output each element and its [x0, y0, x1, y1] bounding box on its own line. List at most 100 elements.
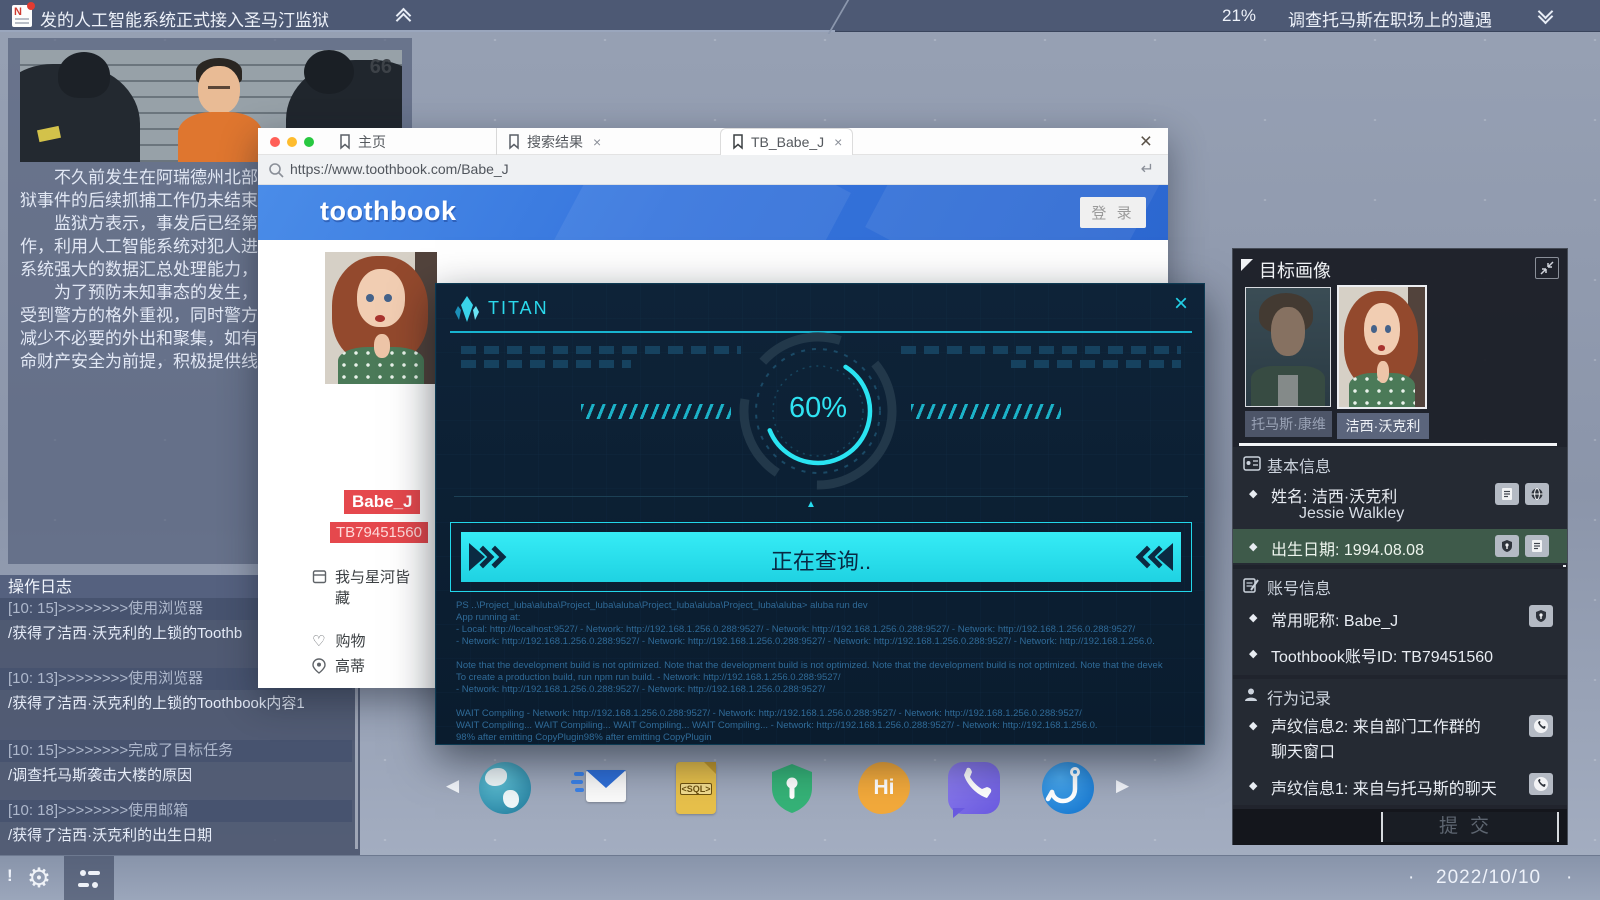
voice-clue-button[interactable] — [1529, 715, 1553, 737]
profile-menu-collect[interactable]: 我与星河皆 藏 — [312, 566, 422, 608]
mission-progress: 21% — [1222, 6, 1256, 26]
panel-collapse-button[interactable] — [1535, 257, 1559, 279]
target-portrait-panel: 目标画像 托马斯·康维 洁西·沃克利 基 — [1232, 248, 1568, 845]
news-icon[interactable]: N — [12, 5, 32, 27]
expand-objective-icon[interactable] — [1540, 6, 1551, 15]
doc-clue-button[interactable] — [1525, 535, 1549, 557]
target-panel-title: 目标画像 — [1259, 257, 1331, 283]
log-entry-detail: /获得了洁西·沃克利的上锁的Toothbook内容1 — [0, 692, 352, 716]
log-entry-header: [10: 15]>>>>>>>>完成了目标任务 — [0, 740, 352, 762]
shield-clue-button[interactable] — [1495, 535, 1519, 557]
bullet-icon: ◆ — [1249, 779, 1257, 792]
phone-chat-app-icon[interactable] — [948, 762, 1000, 814]
bookmark-icon — [731, 134, 745, 150]
browser-app-icon[interactable] — [479, 762, 531, 814]
globe-clue-button[interactable] — [1525, 483, 1549, 505]
bookmark-icon — [338, 134, 352, 150]
titan-close-button[interactable]: × — [1174, 290, 1188, 318]
dock-prev-arrow[interactable]: ◀ — [446, 776, 459, 796]
toothbook-logo[interactable]: toothbook — [320, 196, 456, 227]
topbar-divider — [828, 0, 851, 34]
profile-menu-shopping[interactable]: ♡购物 — [312, 630, 365, 651]
doc-clue-button[interactable] — [1495, 483, 1519, 505]
tab-close-icon[interactable]: × — [593, 134, 601, 150]
date-dot: · — [1408, 867, 1414, 889]
bullet-icon: ◆ — [1249, 487, 1257, 500]
tab-search-results[interactable]: 搜索结果 × — [496, 128, 611, 155]
phone-icon — [1533, 776, 1549, 792]
toothbook-header: toothbook 登 录 — [258, 185, 1168, 240]
collect-icon — [312, 569, 327, 584]
portrait-thomas[interactable] — [1245, 287, 1331, 407]
profile-menu-location[interactable]: 高蒂 — [312, 655, 365, 676]
settings-button[interactable]: ⚙ — [16, 856, 62, 900]
console-output: PS ..\Project_luba\aluba\Project_luba\al… — [456, 600, 1188, 744]
url-field[interactable]: https://www.toothbook.com/Babe_J — [290, 161, 509, 177]
portrait-name-thomas[interactable]: 托马斯·康维 — [1245, 411, 1332, 437]
news-ticker[interactable]: 发的人工智能系统正式接入圣马汀监狱 — [40, 6, 329, 31]
login-button[interactable]: 登 录 — [1080, 197, 1146, 228]
collapse-news-icon[interactable] — [398, 10, 409, 19]
hi-chat-app-icon[interactable]: Hi — [858, 762, 910, 814]
window-control-maximize[interactable] — [304, 137, 314, 147]
window-control-close[interactable] — [270, 137, 280, 147]
shield-icon — [1501, 539, 1513, 553]
browser-urlbar: https://www.toothbook.com/Babe_J ↵ — [258, 155, 1168, 185]
phone-handset-icon — [948, 762, 1000, 814]
shield-clue-button[interactable] — [1529, 605, 1553, 627]
tab-close-icon[interactable]: × — [834, 134, 842, 150]
deco-hatch — [911, 404, 1061, 419]
prisoner-figure — [198, 66, 240, 114]
query-status-text: 正在查询.. — [461, 544, 1181, 576]
name-row: 姓名: 洁西·沃克利 — [1271, 483, 1397, 507]
section-title: 基本信息 — [1267, 453, 1331, 477]
titan-crystal-icon — [452, 294, 482, 324]
section-behavior: 行为记录 ◆ 声纹信息2: 来自部门工作群的聊天窗口 ◆ 声纹信息1: 来自与托… — [1233, 679, 1567, 805]
sql-icon-label: <SQL> — [680, 783, 712, 795]
deco-ticks — [1011, 360, 1181, 368]
shield-icon — [766, 762, 818, 814]
voiceprint2-row: 声纹信息2: 来自部门工作群的聊天窗口 — [1271, 715, 1493, 765]
taskbar: ! ⚙ · 2022/10/10 · — [0, 855, 1600, 900]
browser-tabstrip: 主页 搜索结果 × TB_Babe_J × × — [258, 128, 1168, 155]
fishhook-app-icon[interactable] — [1042, 762, 1094, 814]
profile-name-badge: Babe_J — [344, 490, 420, 514]
tab-home[interactable]: 主页 — [328, 128, 396, 155]
progress-percent: 60% — [733, 392, 903, 425]
submit-button[interactable]: 提交 — [1381, 812, 1559, 842]
shield-icon — [1535, 609, 1547, 623]
mail-app-icon[interactable] — [574, 762, 626, 814]
browser-close-button[interactable]: × — [1140, 130, 1152, 154]
id-card-icon — [1243, 456, 1261, 471]
sql-app-icon[interactable]: <SQL> — [676, 762, 716, 814]
profile-avatar — [325, 252, 437, 384]
voice-clue-button[interactable] — [1529, 773, 1553, 795]
task-list-button[interactable] — [64, 856, 114, 900]
section-title: 账号信息 — [1267, 575, 1331, 599]
panel-divider — [1239, 443, 1557, 446]
bullet-icon: ◆ — [1249, 611, 1257, 624]
titan-title: TITAN — [488, 298, 549, 319]
system-date: 2022/10/10 — [1436, 867, 1541, 889]
gear-icon: ⚙ — [27, 863, 51, 894]
mission-top-bar: N 发的人工智能系统正式接入圣马汀监狱 21% 调查托马斯在职场上的遭遇 — [0, 0, 1600, 32]
go-enter-icon[interactable]: ↵ — [1141, 159, 1154, 179]
account-id-row: Toothbook账号ID: TB79451560 — [1271, 643, 1493, 667]
birth-row: 出生日期: 1994.08.08 — [1271, 536, 1424, 560]
hi-icon-label: Hi — [874, 776, 895, 800]
location-pin-icon — [312, 658, 326, 674]
dock-next-arrow[interactable]: ▶ — [1116, 776, 1129, 796]
security-app-icon[interactable] — [766, 762, 818, 814]
window-control-minimize[interactable] — [287, 137, 297, 147]
query-progress-bar: 正在查询.. — [461, 532, 1181, 582]
collapse-arrows-icon — [1539, 260, 1555, 276]
progress-ring: 60% — [733, 326, 903, 496]
deco-ticks — [461, 346, 741, 354]
portrait-name-jessie[interactable]: 洁西·沃克利 — [1337, 413, 1429, 439]
mission-objective[interactable]: 调查托马斯在职场上的遭遇 — [1288, 6, 1492, 31]
lineup-height-number: 66 — [370, 56, 392, 79]
hook-icon — [1042, 762, 1094, 814]
portrait-jessie[interactable] — [1337, 285, 1427, 409]
desktop: N 发的人工智能系统正式接入圣马汀监狱 21% 调查托马斯在职场上的遭遇 66 … — [0, 0, 1600, 900]
tab-tb-babe-j[interactable]: TB_Babe_J × — [720, 128, 853, 155]
